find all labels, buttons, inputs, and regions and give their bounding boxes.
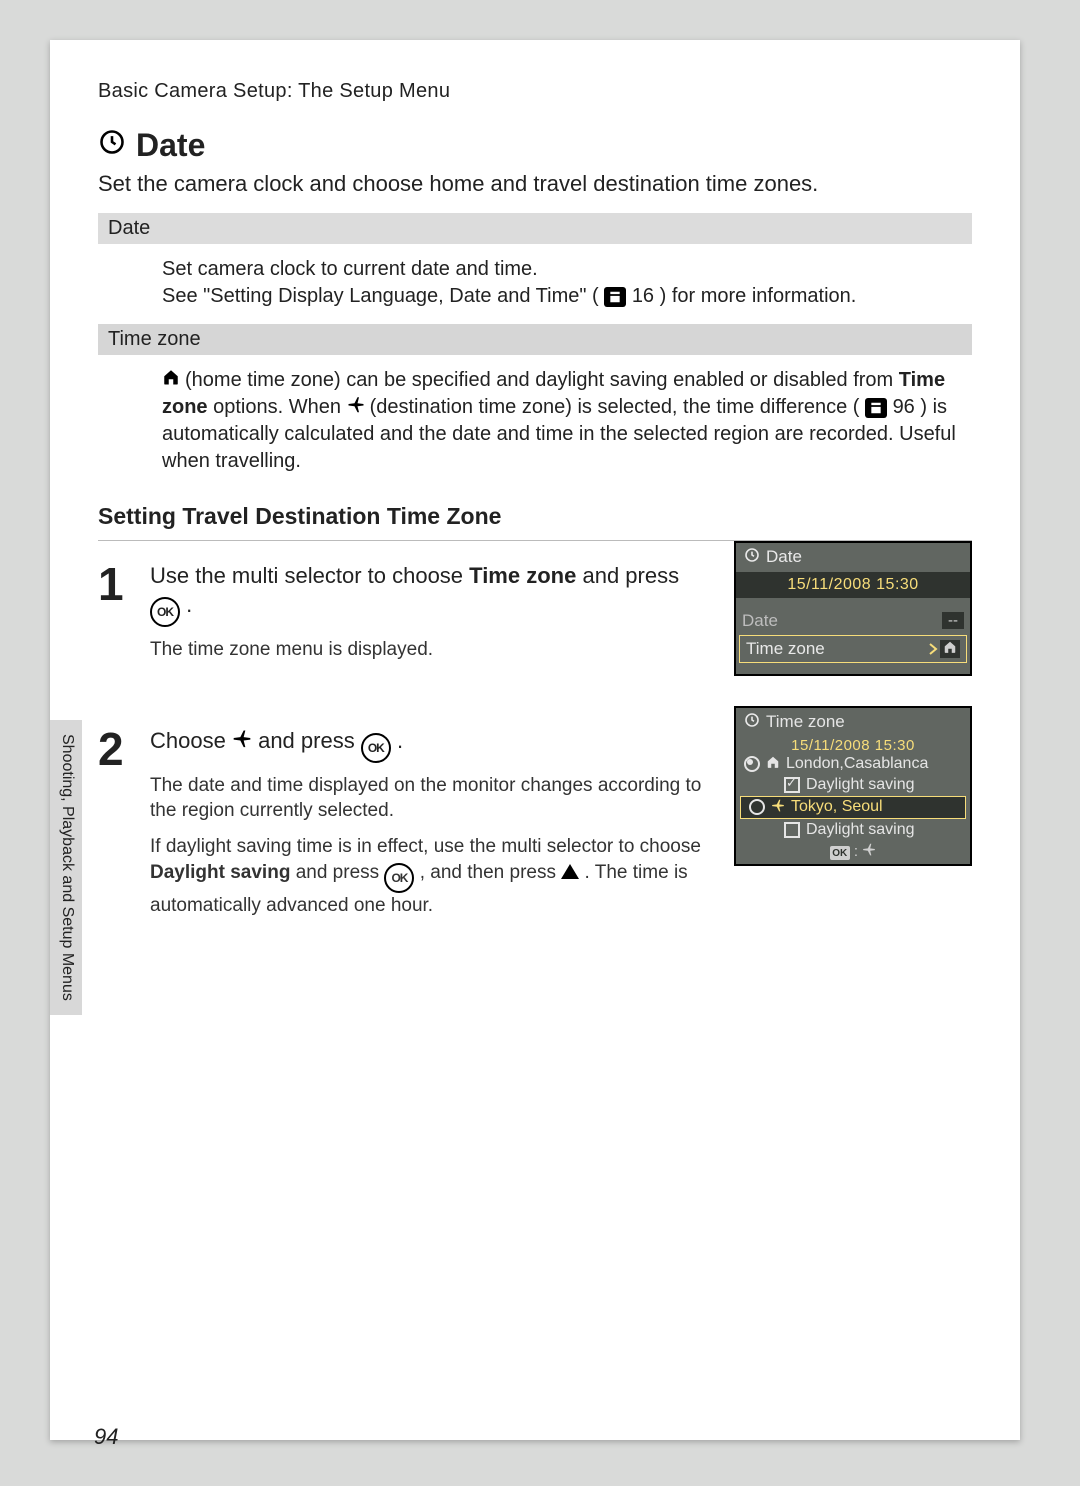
text: If daylight saving time is in effect, us… bbox=[150, 836, 701, 857]
text: and press bbox=[296, 862, 385, 883]
reference-page: 96 bbox=[893, 396, 915, 418]
step-number: 2 bbox=[98, 726, 132, 919]
step-note: If daylight saving time is in effect, us… bbox=[150, 834, 704, 918]
step-2-row: 2 Choose and press OK . The date and tim… bbox=[98, 706, 972, 919]
label: Daylight saving bbox=[806, 821, 915, 839]
text: , and then press bbox=[420, 862, 562, 883]
label: Time zone bbox=[746, 639, 825, 659]
step-body: Use the multi selector to choose Time zo… bbox=[150, 561, 704, 663]
text: . bbox=[186, 592, 192, 617]
plane-icon bbox=[232, 728, 258, 753]
lcd-row-date: Date -- bbox=[736, 608, 970, 634]
plane-icon bbox=[862, 843, 876, 860]
radio-on-icon bbox=[744, 756, 760, 772]
section-title-row: Date bbox=[98, 127, 972, 164]
step-2: 2 Choose and press OK . The date and tim… bbox=[98, 726, 704, 919]
home-icon bbox=[766, 755, 780, 774]
reference-icon bbox=[865, 398, 887, 418]
sidebar-chapter-tab: Shooting, Playback and Setup Menus bbox=[50, 720, 82, 1015]
clock-icon bbox=[744, 547, 760, 568]
step-body: Choose and press OK . The date and time … bbox=[150, 726, 704, 919]
step-1: 1 Use the multi selector to choose Time … bbox=[98, 561, 704, 663]
page-header: Basic Camera Setup: The Setup Menu bbox=[98, 80, 972, 103]
checkbox-off-icon bbox=[784, 822, 800, 838]
clock-icon bbox=[98, 128, 126, 163]
checkbox-on-icon bbox=[784, 777, 800, 793]
lcd-datetime: 15/11/2008 15:30 bbox=[736, 572, 970, 598]
lcd-row-timezone-selected: Time zone bbox=[739, 635, 967, 663]
lcd-datetime: 15/11/2008 15:30 bbox=[736, 737, 970, 754]
text: options. When bbox=[213, 396, 346, 418]
lcd-home-ds: Daylight saving bbox=[736, 775, 970, 795]
lcd-home-zone: London,Casablanca bbox=[736, 754, 970, 775]
procedure-heading: Setting Travel Destination Time Zone bbox=[98, 503, 972, 541]
section-intro: Set the camera clock and choose home and… bbox=[98, 170, 972, 199]
plane-icon bbox=[771, 798, 785, 817]
step-note: The time zone menu is displayed. bbox=[150, 637, 704, 663]
step-1-row: 1 Use the multi selector to choose Time … bbox=[98, 541, 972, 676]
subsection-date-label: Date bbox=[98, 213, 972, 244]
radio-off-icon bbox=[749, 799, 765, 815]
lcd-title-text: Date bbox=[766, 547, 802, 567]
text-bold: Daylight saving bbox=[150, 862, 290, 883]
text: (home time zone) can be specified and da… bbox=[185, 369, 899, 391]
lcd-dest-zone-selected: Tokyo, Seoul bbox=[740, 796, 966, 819]
label: London,Casablanca bbox=[786, 755, 928, 773]
text: Use the multi selector to choose bbox=[150, 563, 469, 588]
label: Tokyo, Seoul bbox=[791, 798, 883, 816]
manual-page: Basic Camera Setup: The Setup Menu Date … bbox=[50, 40, 1020, 1440]
subsection-date-body: Set camera clock to current date and tim… bbox=[162, 256, 972, 310]
subsection-tz-body: (home time zone) can be specified and da… bbox=[162, 367, 972, 475]
text: (destination time zone) is selected, the… bbox=[370, 396, 860, 418]
content-area: Basic Camera Setup: The Setup Menu Date … bbox=[50, 40, 1020, 918]
ok-button-icon: OK bbox=[361, 733, 391, 763]
clock-icon bbox=[744, 712, 760, 733]
camera-screen-timezone: Time zone 15/11/2008 15:30 London,Casabl… bbox=[734, 706, 972, 867]
reference-page: 16 bbox=[632, 285, 654, 307]
label: Date bbox=[742, 611, 778, 631]
text: Set camera clock to current date and tim… bbox=[162, 258, 538, 280]
step-number: 1 bbox=[98, 561, 132, 663]
text-bold: Time zone bbox=[469, 563, 576, 588]
text: See "Setting Display Language, Date and … bbox=[162, 285, 599, 307]
ok-mini-icon: OK bbox=[830, 846, 850, 860]
text: . bbox=[397, 728, 403, 753]
home-icon bbox=[162, 370, 185, 390]
text: Choose bbox=[150, 728, 232, 753]
triangle-up-icon bbox=[561, 864, 579, 879]
text: ) for more information. bbox=[660, 285, 857, 307]
text: and press bbox=[582, 563, 679, 588]
separator: : bbox=[854, 843, 858, 860]
lcd-dest-ds: Daylight saving bbox=[736, 820, 970, 840]
step-note: The date and time displayed on the monit… bbox=[150, 773, 704, 824]
lcd-title-text: Time zone bbox=[766, 712, 845, 732]
page-number: 94 bbox=[94, 1424, 118, 1450]
text: and press bbox=[258, 728, 361, 753]
camera-screen-date: Date 15/11/2008 15:30 Date -- Time zone bbox=[734, 541, 972, 676]
lcd-footer: OK : bbox=[736, 840, 970, 865]
subsection-tz-label: Time zone bbox=[98, 324, 972, 355]
chevron-home-icon bbox=[928, 640, 960, 658]
plane-icon bbox=[347, 397, 370, 417]
ok-button-icon: OK bbox=[150, 597, 180, 627]
reference-icon bbox=[604, 287, 626, 307]
label: Daylight saving bbox=[806, 776, 915, 794]
section-title: Date bbox=[136, 127, 205, 164]
ok-button-icon: OK bbox=[384, 863, 414, 893]
value: -- bbox=[942, 612, 964, 629]
